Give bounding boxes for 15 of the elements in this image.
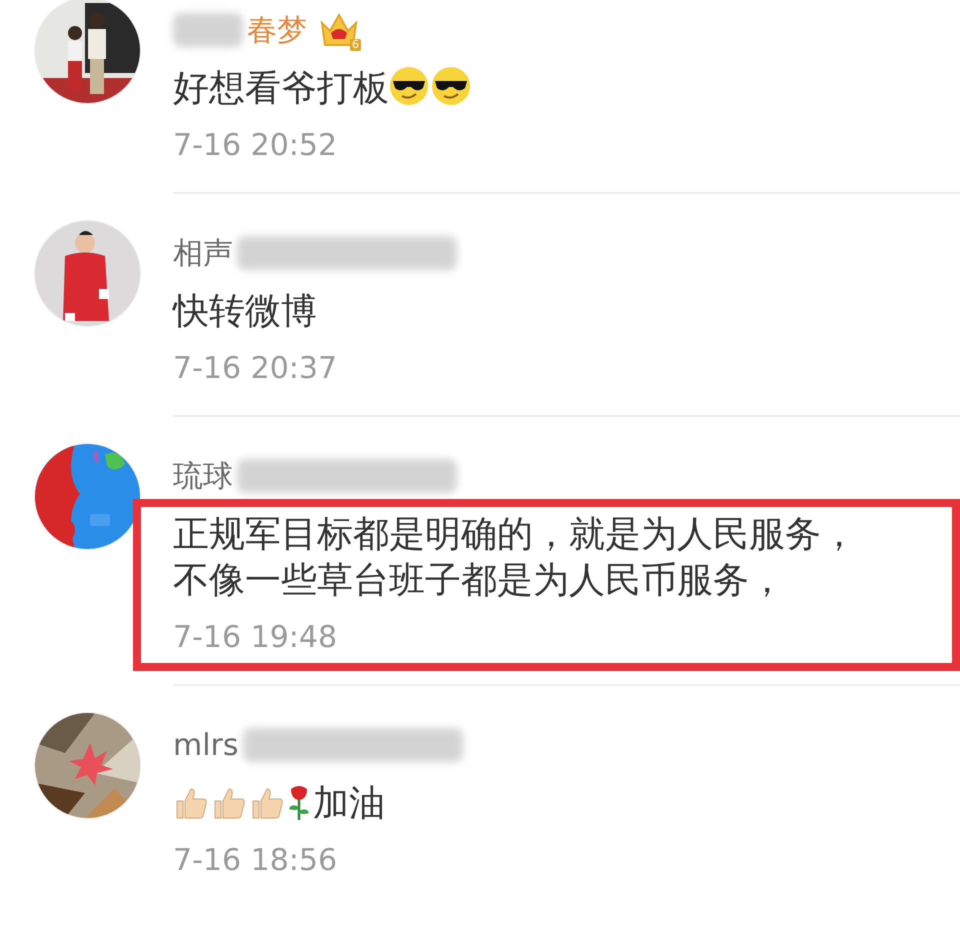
sunglasses-face-icon xyxy=(389,66,429,106)
comment-time: 7-16 20:37 xyxy=(173,350,338,388)
comment-text: 好想看爷打板 xyxy=(173,66,873,112)
user-name[interactable]: 相声 xyxy=(173,232,233,274)
user-name[interactable]: 琉球 xyxy=(173,456,233,496)
user-name[interactable]: mlrs xyxy=(173,728,239,762)
comment-text: 快转微博 xyxy=(173,290,318,334)
comment-time: 7-16 20:52 xyxy=(173,127,338,165)
comment-text: 加油 xyxy=(173,781,873,827)
sunglasses-face-icon xyxy=(431,66,471,106)
crown-badge-icon: 6 xyxy=(319,11,359,49)
comment-time: 7-16 18:56 xyxy=(173,842,338,880)
comment-time: 7-16 19:48 xyxy=(173,619,338,657)
comment-text: 正规军目标都是明确的，就是为人民服务，不像一些草台班子都是为人民币服务， xyxy=(173,513,858,603)
rose-icon xyxy=(287,783,311,821)
